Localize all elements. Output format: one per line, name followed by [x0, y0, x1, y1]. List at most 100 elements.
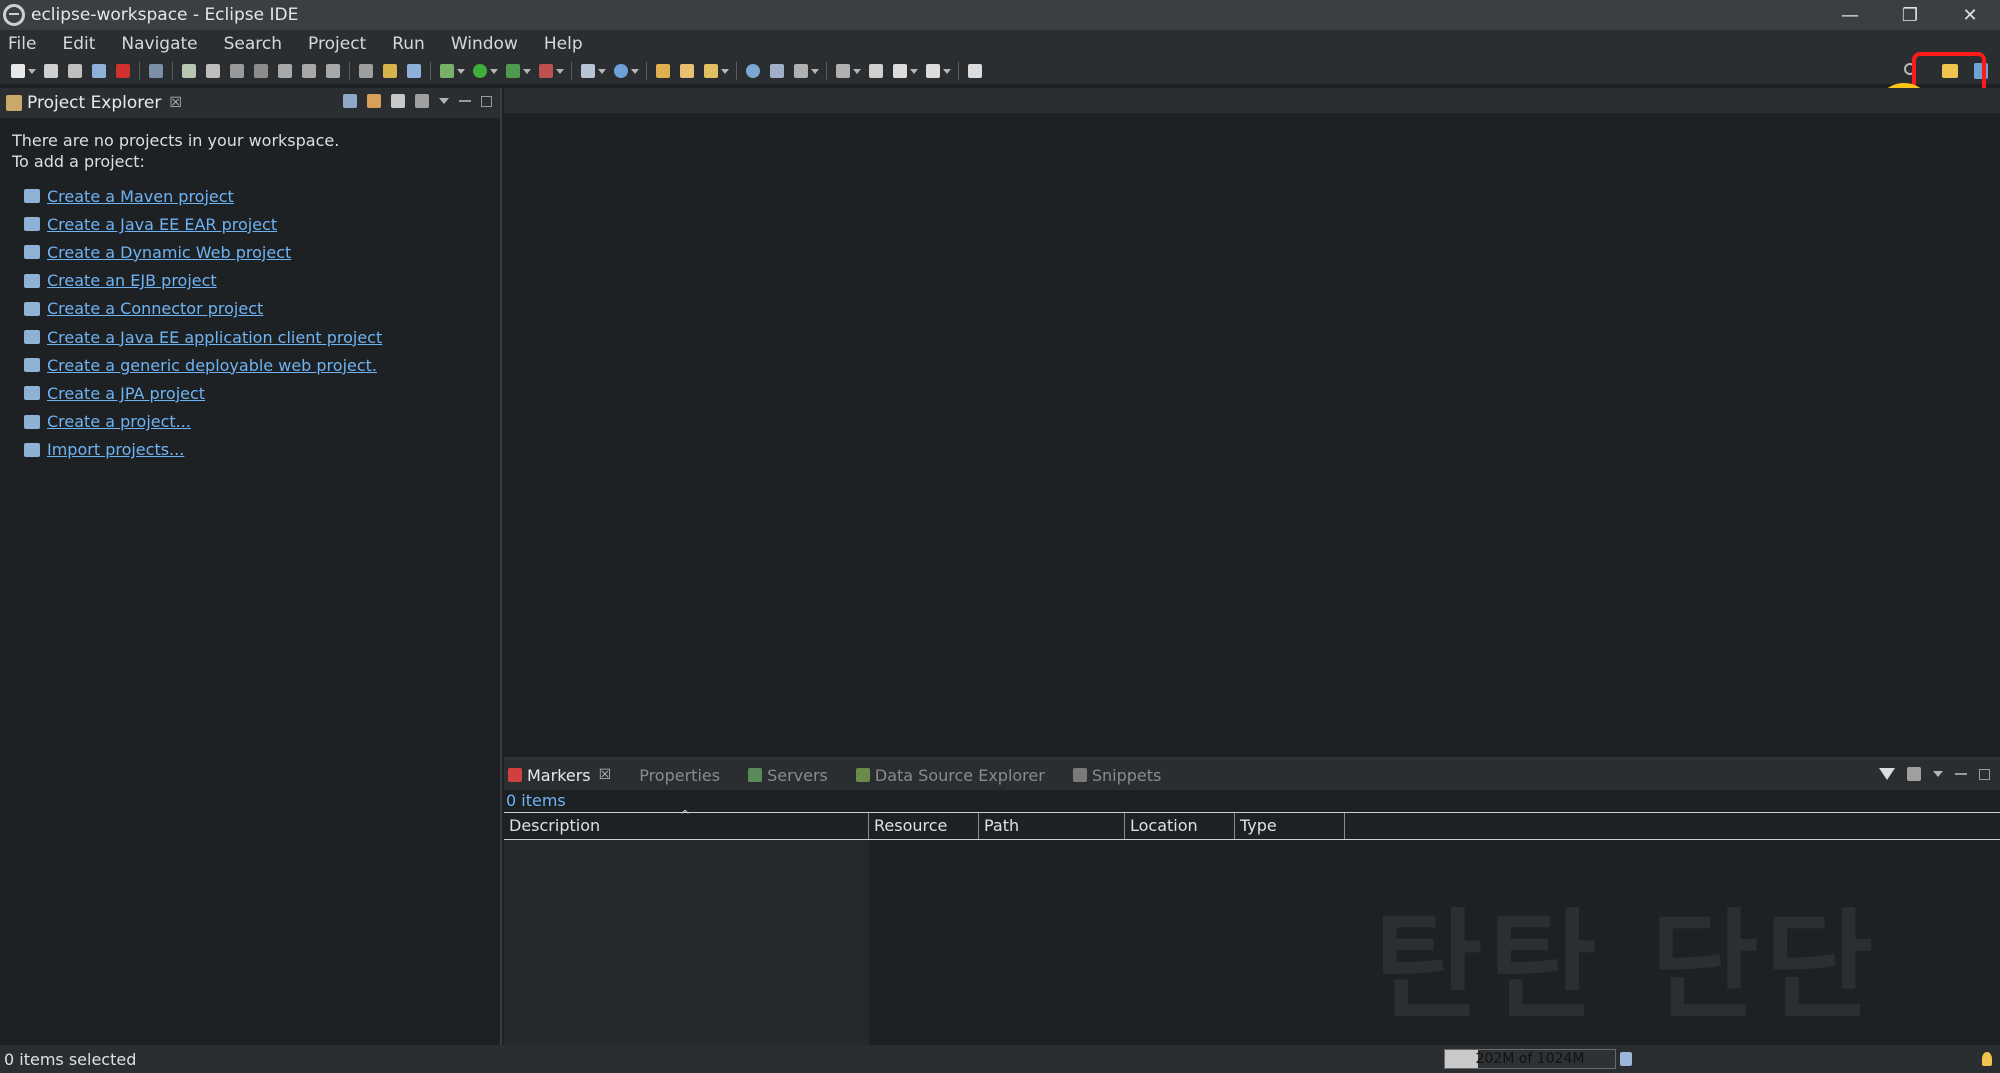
last-edit-location-icon[interactable] [869, 64, 883, 78]
disconnect-icon[interactable] [254, 64, 268, 78]
minimize-view-icon[interactable] [459, 100, 471, 102]
coverage-icon[interactable] [506, 64, 520, 78]
stop-icon[interactable] [116, 64, 130, 78]
menu-run[interactable]: Run [392, 34, 425, 54]
create-app-client-project-link[interactable]: Create a Java EE application client proj… [47, 328, 382, 347]
list-item[interactable]: Create an EJB project [24, 267, 488, 295]
list-item[interactable]: Create a Java EE application client proj… [24, 323, 488, 351]
chevron-down-icon[interactable] [439, 98, 449, 104]
menu-file[interactable]: File [8, 34, 36, 54]
create-dynamic-web-project-link[interactable]: Create a Dynamic Web project [47, 243, 291, 262]
list-item[interactable]: Create a generic deployable web project. [24, 351, 488, 379]
step-over-icon[interactable] [302, 64, 316, 78]
close-window-button[interactable]: ✕ [1940, 0, 2000, 30]
menu-window[interactable]: Window [451, 34, 518, 54]
maximize-view-icon[interactable] [1979, 768, 1990, 780]
menu-edit[interactable]: Edit [62, 34, 95, 54]
list-item[interactable]: Create a Java EE EAR project [24, 210, 488, 238]
debug-icon[interactable] [440, 64, 454, 78]
link-with-editor-icon[interactable] [367, 94, 381, 108]
use-step-filters-icon[interactable] [359, 64, 373, 78]
suspend-icon[interactable] [206, 64, 220, 78]
pin-editor-icon[interactable] [968, 64, 982, 78]
maximize-view-icon[interactable] [481, 95, 492, 107]
forward-arrow-icon[interactable] [926, 64, 940, 78]
next-annotation-icon[interactable] [794, 64, 808, 78]
skip-breakpoints-icon[interactable] [149, 64, 163, 78]
pencil-icon[interactable] [704, 64, 718, 78]
create-ejb-project-link[interactable]: Create an EJB project [47, 271, 217, 290]
run-dropdown-icon[interactable] [490, 68, 498, 74]
new-icon[interactable] [11, 64, 25, 78]
menu-project[interactable]: Project [308, 34, 366, 54]
view-menu-icon[interactable] [415, 94, 429, 108]
column-resource[interactable]: Resource [869, 813, 979, 839]
view-menu-icon[interactable] [1907, 767, 1921, 781]
forward-dropdown-icon[interactable] [943, 68, 951, 74]
column-location[interactable]: Location [1125, 813, 1235, 839]
minimize-view-icon[interactable] [1955, 773, 1967, 775]
new-web-service-icon[interactable] [614, 64, 628, 78]
tab-servers[interactable]: Servers [748, 766, 828, 785]
tab-data-source-explorer[interactable]: Data Source Explorer [855, 766, 1045, 785]
previous-annotation-dropdown-icon[interactable] [853, 68, 861, 74]
menu-help[interactable]: Help [544, 34, 583, 54]
close-icon[interactable]: ☒ [599, 767, 612, 783]
list-item[interactable]: Import projects... [24, 436, 488, 464]
external-tools-dropdown-icon[interactable] [556, 68, 564, 74]
create-ear-project-link[interactable]: Create a Java EE EAR project [47, 215, 277, 234]
close-icon[interactable]: ☒ [169, 95, 182, 111]
import-projects-link[interactable]: Import projects... [47, 440, 184, 459]
menu-navigate[interactable]: Navigate [121, 34, 197, 54]
step-into-icon[interactable] [278, 64, 292, 78]
list-item[interactable]: Create a Connector project [24, 295, 488, 323]
restore-button[interactable]: ❐ [1880, 0, 1940, 30]
chevron-down-icon[interactable] [1933, 771, 1943, 777]
filter-icon[interactable] [1879, 768, 1895, 780]
coverage-dropdown-icon[interactable] [523, 68, 531, 74]
menu-search[interactable]: Search [224, 34, 282, 54]
lightbulb-icon[interactable] [1982, 1052, 1992, 1066]
search-toolbar-icon[interactable] [770, 64, 784, 78]
create-maven-project-link[interactable]: Create a Maven project [47, 187, 234, 206]
previous-annotation-icon[interactable] [836, 64, 850, 78]
open-console-icon[interactable] [92, 64, 106, 78]
step-return-icon[interactable] [326, 64, 340, 78]
garbage-collect-icon[interactable] [1620, 1052, 1632, 1066]
column-type[interactable]: Type [1235, 813, 1345, 839]
run-icon[interactable] [473, 64, 487, 78]
save-all-icon[interactable] [68, 64, 82, 78]
create-jpa-project-link[interactable]: Create a JPA project [47, 384, 205, 403]
list-item[interactable]: Create a JPA project [24, 379, 488, 407]
list-item[interactable]: Create a project... [24, 408, 488, 436]
tab-markers[interactable]: Markers ☒ [508, 766, 611, 785]
globe-icon[interactable] [746, 64, 760, 78]
create-generic-web-project-link[interactable]: Create a generic deployable web project. [47, 356, 377, 375]
new-server-dropdown-icon[interactable] [598, 68, 606, 74]
new-dropdown-icon[interactable] [28, 68, 36, 74]
save-icon[interactable] [44, 64, 58, 78]
annotation-dropdown-icon[interactable] [721, 68, 729, 74]
tab-snippets[interactable]: Snippets [1072, 766, 1161, 785]
filter-icon[interactable] [391, 94, 405, 108]
resume-icon[interactable] [182, 64, 196, 78]
web-service-dropdown-icon[interactable] [631, 68, 639, 74]
list-item[interactable]: Create a Maven project [24, 182, 488, 210]
collapse-all-icon[interactable] [343, 94, 357, 108]
toggle-breakpoint-icon[interactable] [383, 64, 397, 78]
new-server-icon[interactable] [581, 64, 595, 78]
open-resource-icon[interactable] [680, 64, 694, 78]
tab-project-explorer[interactable]: Project Explorer [27, 93, 161, 113]
heap-status[interactable]: 202M of 1024M [1444, 1049, 1616, 1069]
create-project-link[interactable]: Create a project... [47, 412, 191, 431]
next-annotation-dropdown-icon[interactable] [811, 68, 819, 74]
debug-dropdown-icon[interactable] [457, 68, 465, 74]
list-item[interactable]: Create a Dynamic Web project [24, 238, 488, 266]
run-last-tool-icon[interactable] [539, 64, 553, 78]
tab-properties[interactable]: Properties [639, 766, 720, 785]
editor-area[interactable] [504, 113, 2000, 753]
back-dropdown-icon[interactable] [910, 68, 918, 74]
open-folder-icon[interactable] [656, 64, 670, 78]
column-path[interactable]: Path [979, 813, 1125, 839]
open-type-icon[interactable] [407, 64, 421, 78]
